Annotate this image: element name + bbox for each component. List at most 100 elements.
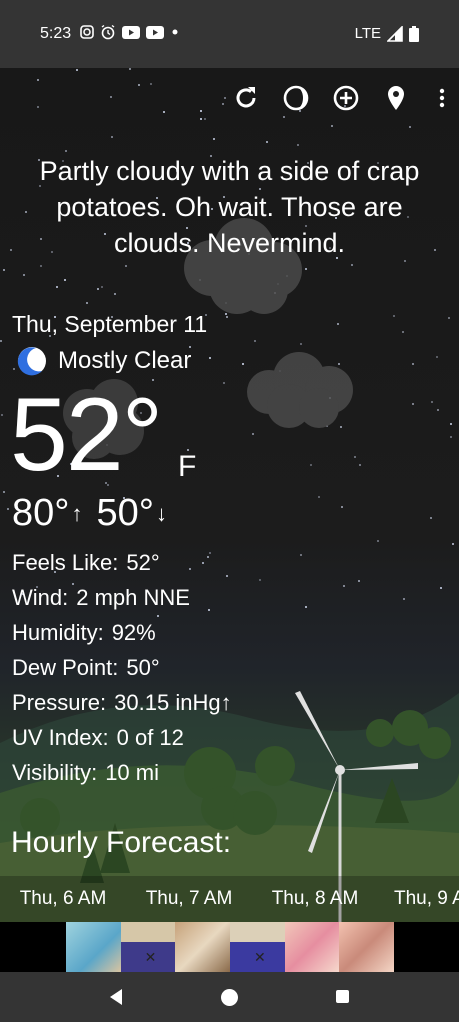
- ad-image[interactable]: [339, 922, 395, 972]
- detail-row-visibility: Visibility: 10 mi: [12, 755, 232, 790]
- star: [97, 288, 99, 290]
- star: [3, 269, 5, 271]
- star: [0, 340, 2, 342]
- instagram-icon: [80, 25, 94, 39]
- star: [56, 286, 58, 288]
- star: [3, 491, 5, 493]
- star: [65, 150, 67, 152]
- star: [40, 265, 42, 267]
- star: [223, 382, 225, 384]
- ad-close-icon[interactable]: ✕: [254, 949, 266, 966]
- status-right: LTE: [355, 25, 419, 42]
- star: [318, 496, 320, 498]
- star: [403, 598, 405, 600]
- ad-image[interactable]: ✕: [230, 922, 285, 972]
- high-low: 80° ↑ 50° ↓: [12, 492, 181, 535]
- more-options-button[interactable]: [432, 80, 452, 116]
- detail-label: Wind:: [12, 585, 69, 610]
- detail-label: Visibility:: [12, 760, 98, 785]
- signal-icon: [387, 25, 403, 42]
- star: [402, 331, 404, 333]
- high-temp: 80°: [12, 492, 70, 534]
- youtube-icon: [146, 25, 164, 39]
- hourly-item[interactable]: Thu, 8 AM: [252, 876, 378, 922]
- star: [310, 464, 312, 466]
- star: [37, 106, 39, 108]
- star: [300, 554, 302, 556]
- star: [76, 69, 78, 71]
- ad-banner[interactable]: ✕ ✕: [66, 922, 395, 972]
- ad-image[interactable]: ✕: [120, 922, 176, 972]
- star: [305, 268, 307, 270]
- star: [163, 111, 165, 113]
- hourly-forecast-strip[interactable]: Thu, 6 AM Thu, 7 AM Thu, 8 AM Thu, 9 AM: [0, 876, 459, 922]
- low-temp: 50°: [96, 492, 154, 534]
- refresh-button[interactable]: [226, 80, 266, 116]
- alarm-icon: [101, 24, 115, 40]
- ad-image[interactable]: [66, 922, 121, 972]
- star: [86, 302, 88, 304]
- star: [101, 286, 103, 288]
- star: [452, 543, 454, 545]
- hourly-item[interactable]: Thu, 9 AM: [378, 876, 459, 922]
- status-bar: 5:23 LTE: [0, 0, 459, 68]
- home-icon[interactable]: [221, 989, 238, 1006]
- temperature-unit: F: [178, 450, 197, 483]
- star: [437, 409, 439, 411]
- hourly-item[interactable]: Thu, 7 AM: [126, 876, 252, 922]
- star: [431, 401, 433, 403]
- youtube-icon: [122, 25, 140, 39]
- star: [114, 293, 116, 295]
- detail-value: 2 mph NNE: [76, 585, 190, 610]
- add-location-icon: [333, 85, 359, 111]
- star: [7, 508, 9, 510]
- detail-value: 30.15 inHg↑: [114, 690, 232, 715]
- up-arrow-icon: ↑: [71, 500, 83, 526]
- status-icons: [80, 24, 180, 40]
- screen: 5:23 LTE Partly cloudy with a side of cr…: [0, 0, 459, 1022]
- network-label: LTE: [354, 25, 381, 42]
- star: [283, 116, 285, 118]
- star: [266, 141, 268, 143]
- star: [111, 136, 113, 138]
- star: [13, 368, 15, 370]
- recents-icon[interactable]: [336, 990, 349, 1003]
- star: [125, 265, 127, 267]
- detail-value: 10 mi: [105, 760, 159, 785]
- hourly-forecast-title: Hourly Forecast:: [11, 826, 232, 859]
- ad-image[interactable]: [284, 922, 340, 972]
- location-button[interactable]: [376, 80, 416, 116]
- star: [254, 340, 256, 342]
- star: [377, 540, 379, 542]
- star: [200, 118, 202, 120]
- star: [110, 96, 112, 98]
- ad-close-icon[interactable]: ✕: [145, 949, 157, 966]
- detail-row-humidity: Humidity: 92%: [12, 615, 232, 650]
- star: [412, 363, 414, 365]
- detail-row-wind: Wind: 2 mph NNE: [12, 580, 232, 615]
- star: [351, 264, 353, 266]
- star: [358, 580, 360, 582]
- more-options-icon: [439, 88, 445, 108]
- star: [204, 118, 206, 120]
- star: [138, 84, 140, 86]
- status-time: 5:23: [40, 25, 72, 42]
- star: [440, 587, 442, 589]
- star: [430, 517, 432, 519]
- detail-label: Feels Like:: [12, 550, 119, 575]
- moon-phase-icon: [283, 85, 309, 111]
- condition-label: Mostly Clear: [58, 347, 192, 374]
- star: [64, 279, 66, 281]
- star: [129, 68, 131, 70]
- add-location-button[interactable]: [326, 80, 366, 116]
- back-icon[interactable]: [108, 988, 124, 1006]
- detail-label: UV Index:: [12, 725, 109, 750]
- detail-row-pressure: Pressure: 30.15 inHg↑: [12, 685, 232, 720]
- star: [213, 138, 215, 140]
- detail-value: 0 of 12: [116, 725, 184, 750]
- detail-value: 50°: [126, 655, 160, 680]
- star: [343, 585, 345, 587]
- moon-phase-button[interactable]: [276, 80, 316, 116]
- hourly-item[interactable]: Thu, 6 AM: [0, 876, 126, 922]
- ad-image[interactable]: [175, 922, 231, 972]
